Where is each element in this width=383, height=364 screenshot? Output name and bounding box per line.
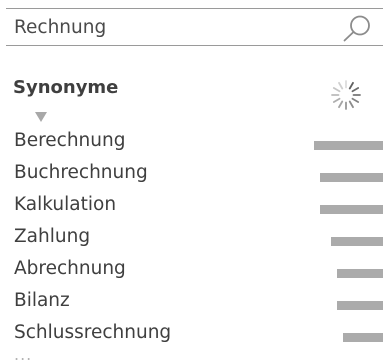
result-label: Kalkulation xyxy=(14,194,117,215)
result-row[interactable]: Kalkulation xyxy=(0,191,383,223)
relevance-bar xyxy=(343,333,383,342)
spinner-icon xyxy=(329,78,363,112)
relevance-bar xyxy=(337,301,383,310)
result-row[interactable]: Zahlung xyxy=(0,223,383,255)
result-row[interactable]: Berechnung xyxy=(0,127,383,159)
section-heading: Synonyme xyxy=(13,77,119,98)
results-list: Berechnung Buchrechnung Kalkulation Zahlung… xyxy=(0,127,383,351)
relevance-bar xyxy=(320,205,383,214)
result-row[interactable]: Abrechnung xyxy=(0,255,383,287)
result-label: Buchrechnung xyxy=(14,162,148,183)
result-label: Bilanz xyxy=(14,290,70,311)
search-input[interactable] xyxy=(6,9,316,45)
result-label: Abrechnung xyxy=(14,258,126,279)
triangle-down-icon[interactable] xyxy=(34,108,48,122)
relevance-bar xyxy=(337,269,383,278)
result-label: Zahlung xyxy=(14,226,91,247)
result-label: Berechnung xyxy=(14,130,126,151)
search-icon[interactable] xyxy=(341,14,373,42)
result-row[interactable]: Buchrechnung xyxy=(0,159,383,191)
relevance-bar xyxy=(320,173,383,182)
more-indicator[interactable]: ... xyxy=(14,345,32,364)
result-label: Schlussrechnung xyxy=(14,322,172,343)
relevance-bar xyxy=(331,237,383,246)
relevance-bar xyxy=(314,141,383,150)
search-box xyxy=(6,8,383,46)
result-row[interactable]: Bilanz xyxy=(0,287,383,319)
result-row[interactable]: Schlussrechnung xyxy=(0,319,383,351)
